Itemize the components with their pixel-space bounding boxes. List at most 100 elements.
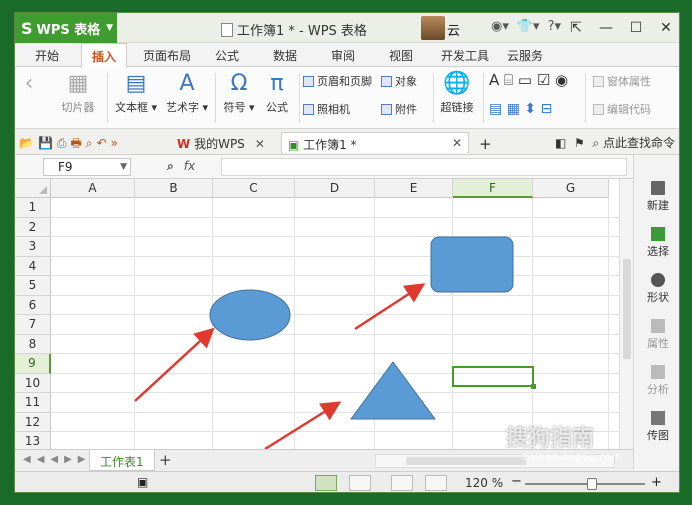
hyperlink-button[interactable]: 🌐 超链接 — [435, 67, 479, 115]
avatar[interactable] — [421, 16, 445, 40]
tab-cloud[interactable]: 云服务 — [507, 47, 543, 64]
zoom-slider-handle[interactable] — [587, 478, 597, 490]
checkbox-icon[interactable]: ☑ — [537, 71, 550, 89]
macro-icon[interactable]: ▣ — [137, 475, 148, 489]
tab-data[interactable]: 数据 — [273, 47, 297, 64]
radio-icon[interactable]: ◉ — [555, 71, 568, 89]
panel-upload-image-button[interactable]: 传图 — [634, 411, 679, 443]
spreadsheet-grid[interactable]: ABCDEFG 1 2 3 4 5 6 7 8 9 10 11 12 13 — [15, 179, 619, 449]
object-label: 对象 — [395, 75, 417, 88]
header-footer-button[interactable]: 页眉和页脚 — [303, 73, 372, 89]
user-name[interactable]: 云 — [447, 20, 460, 39]
open-icon[interactable]: 📂 — [19, 136, 38, 150]
scrollbar-thumb[interactable] — [406, 457, 526, 465]
spinner-icon[interactable]: ⬍ — [524, 101, 536, 117]
panel-select-button[interactable]: 选择 — [634, 227, 679, 259]
form-controls-row-1: A ⌸ ▭ ☑ ◉ — [489, 71, 568, 89]
zoom-slider[interactable] — [525, 478, 645, 490]
arrow-to-oval[interactable] — [134, 327, 215, 402]
button-control-icon[interactable]: ▭ — [518, 71, 532, 89]
title-bar: S WPS 表格 ▼ 工作簿1 * - WPS 表格 云 ◉▾ 👕▾ ?▾ ⇱ — … — [15, 13, 679, 43]
zoom-out-button[interactable]: − — [511, 474, 522, 489]
header-footer-label: 页眉和页脚 — [317, 75, 372, 88]
object-button[interactable]: 对象 — [381, 73, 417, 89]
zoom-level[interactable]: 120 % — [465, 476, 503, 490]
reading-layout-button[interactable] — [391, 475, 413, 491]
panel-properties-label: 属性 — [647, 337, 669, 350]
close-icon[interactable]: ✕ — [255, 137, 265, 151]
skin-icon[interactable]: ◉▾ — [491, 19, 509, 34]
flag-icon[interactable]: ⚑ — [574, 136, 585, 150]
groupbox-icon[interactable]: ⌸ — [504, 71, 513, 89]
textbox-button[interactable]: ▤ 文本框 ▾ — [111, 67, 161, 115]
minimize-button[interactable]: — — [591, 13, 621, 43]
vertical-scrollbar[interactable] — [619, 179, 633, 449]
maximize-button[interactable]: ☐ — [621, 13, 651, 43]
tab-insert[interactable]: 插入 — [81, 43, 128, 68]
zoom-in-button[interactable]: + — [651, 475, 662, 490]
formula-input[interactable] — [221, 158, 627, 176]
eye-protection-button[interactable] — [425, 475, 447, 491]
panel-new-button[interactable]: 新建 — [634, 181, 679, 213]
name-box[interactable]: F9 ▼ — [43, 158, 131, 176]
sheet-tab-1[interactable]: 工作表1 — [89, 450, 155, 471]
shirt-icon[interactable]: 👕▾ — [517, 19, 540, 34]
tab-page-layout[interactable]: 页面布局 — [143, 47, 191, 64]
add-sheet-button[interactable]: + — [159, 451, 172, 469]
undo-icon[interactable]: ↶ — [97, 136, 111, 150]
oval-shape[interactable] — [209, 289, 291, 341]
attachment-icon — [381, 104, 392, 115]
attachment-button[interactable]: 附件 — [381, 101, 417, 117]
restore-icon[interactable]: ⇱ — [561, 13, 591, 43]
more-icon[interactable]: » — [111, 136, 122, 150]
page-break-view-button[interactable] — [349, 475, 371, 491]
new-doc-icon — [651, 181, 665, 195]
close-icon[interactable]: ✕ — [452, 136, 462, 150]
symbol-button[interactable]: Ω 符号 ▾ — [219, 67, 259, 115]
triangle-shape[interactable] — [350, 361, 436, 420]
normal-view-button[interactable] — [315, 475, 337, 491]
print-preview-icon[interactable]: ⌕ — [86, 136, 97, 150]
print-icon[interactable]: 🖶 — [71, 136, 86, 150]
formula-button[interactable]: π 公式 — [259, 67, 295, 115]
document-icon — [221, 23, 233, 37]
wordart-button[interactable]: A 艺术字 ▾ — [163, 67, 211, 115]
help-icon[interactable]: ?▾ — [548, 19, 561, 34]
label-control-icon[interactable]: A — [489, 71, 499, 89]
listbox-icon[interactable]: ▤ — [489, 101, 502, 117]
slicer-button[interactable]: ▦ 切片器 — [53, 67, 103, 115]
edit-code-button[interactable]: 编辑代码 — [593, 101, 651, 117]
zoom-search-icon[interactable]: ⌕ — [167, 159, 174, 173]
panel-analysis-button[interactable]: 分析 — [634, 365, 679, 397]
textbox-text: 文本框 — [114, 101, 148, 114]
form-properties-button[interactable]: 窗体属性 — [593, 73, 651, 89]
tab-my-wps[interactable]: W 我的WPS ✕ — [171, 132, 271, 153]
tab-view[interactable]: 视图 — [389, 47, 413, 64]
comment-icon[interactable]: ◧ — [555, 136, 566, 150]
rounded-rectangle-shape[interactable] — [430, 236, 514, 293]
fx-button[interactable]: fx — [184, 159, 195, 173]
save-icon[interactable]: 💾 — [38, 136, 57, 150]
new-tab-button[interactable]: + — [473, 132, 498, 153]
watermark-brand: 搜狗指南 — [506, 426, 595, 451]
export-pdf-icon[interactable]: ⎙ — [57, 136, 71, 150]
tab-home[interactable]: 开始 — [35, 47, 59, 64]
close-button[interactable]: ✕ — [651, 13, 679, 43]
panel-properties-button[interactable]: 属性 — [634, 319, 679, 351]
ribbon-scroll-left[interactable]: ‹ — [17, 67, 41, 99]
scrollbar-thumb[interactable] — [623, 259, 631, 359]
panel-shape-button[interactable]: 形状 — [634, 273, 679, 305]
arrow-to-rectangle[interactable] — [354, 283, 426, 331]
tab-developer[interactable]: 开发工具 — [441, 47, 489, 64]
wps-menu-button[interactable]: S WPS 表格 ▼ — [15, 13, 117, 43]
arrow-to-triangle[interactable] — [264, 401, 342, 449]
symbol-label: 符号 ▾ — [223, 101, 255, 114]
tab-review[interactable]: 审阅 — [331, 47, 355, 64]
chevron-left-icon: ‹ — [24, 71, 34, 96]
tab-workbook[interactable]: ▣ 工作簿1 * ✕ — [281, 132, 469, 153]
scrollbar-control-icon[interactable]: ⊟ — [541, 101, 553, 117]
combobox-icon[interactable]: ▦ — [507, 101, 520, 117]
command-search[interactable]: ◧ ⚑ ⌕ 点此查找命令 — [555, 134, 675, 151]
camera-button[interactable]: 照相机 — [303, 101, 350, 117]
tab-formulas[interactable]: 公式 — [215, 47, 239, 64]
